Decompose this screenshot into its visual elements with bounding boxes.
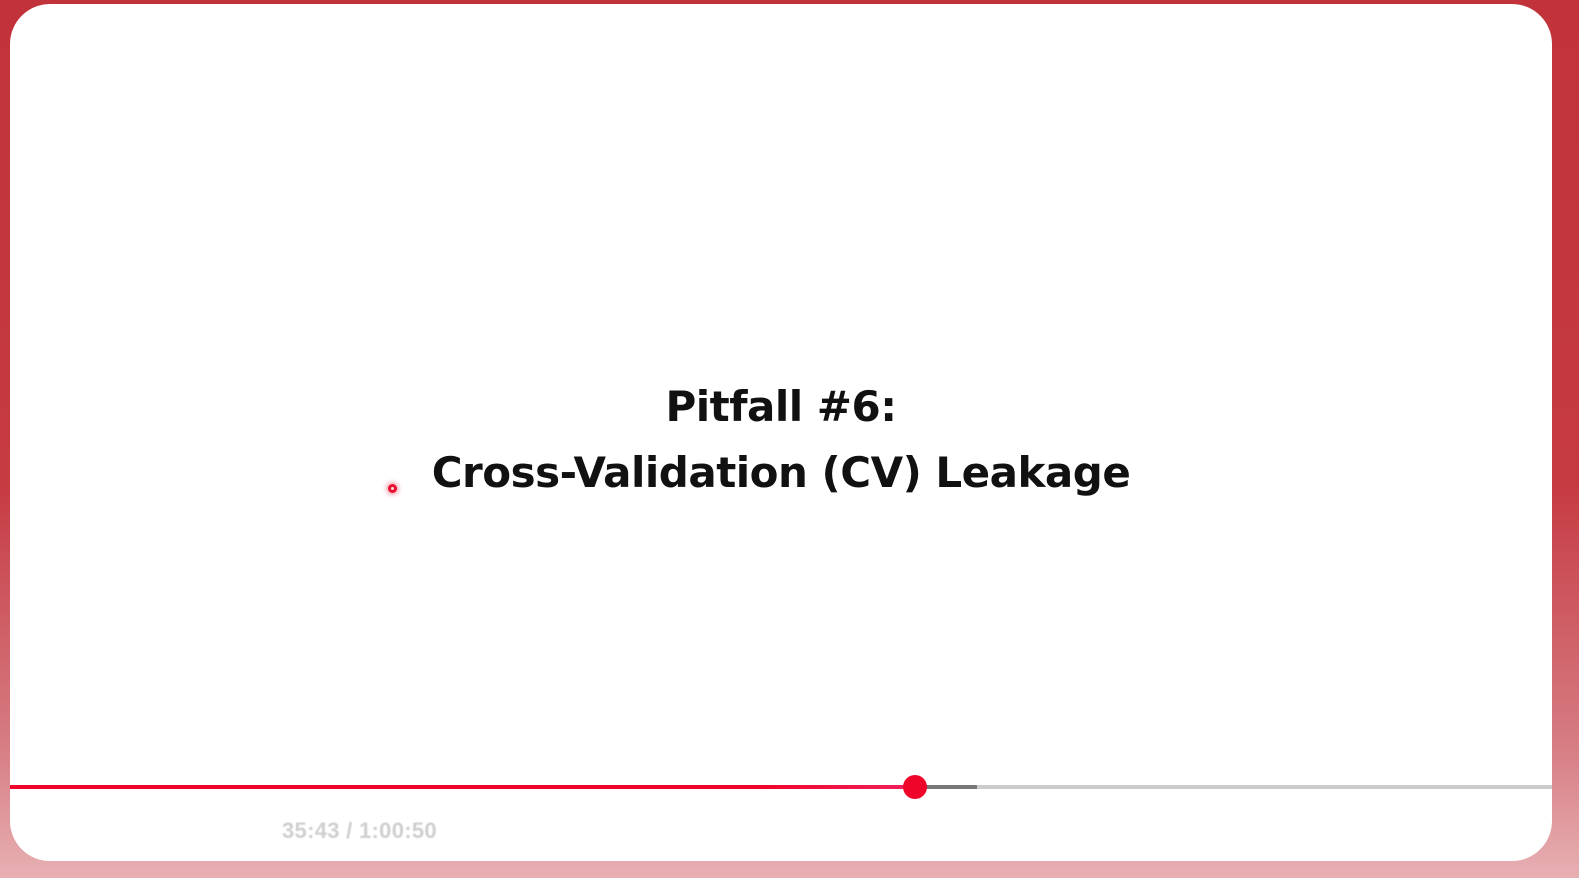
laser-pointer-icon [388, 484, 397, 493]
progress-bar[interactable] [10, 775, 1552, 799]
slide-title-line-2: Cross-Validation (CV) Leakage [431, 448, 1131, 497]
slide-title: Pitfall #6: Cross-Validation (CV) Leakag… [10, 374, 1552, 506]
slide-title-line-1: Pitfall #6: [665, 382, 898, 431]
video-player[interactable]: Pitfall #6: Cross-Validation (CV) Leakag… [10, 4, 1552, 861]
video-frame-slide[interactable]: Pitfall #6: Cross-Validation (CV) Leakag… [10, 4, 1552, 764]
time-display: 35:43 / 1:00:50 [282, 818, 437, 843]
progress-played [10, 785, 916, 789]
progress-scrubber-handle[interactable] [903, 775, 928, 799]
